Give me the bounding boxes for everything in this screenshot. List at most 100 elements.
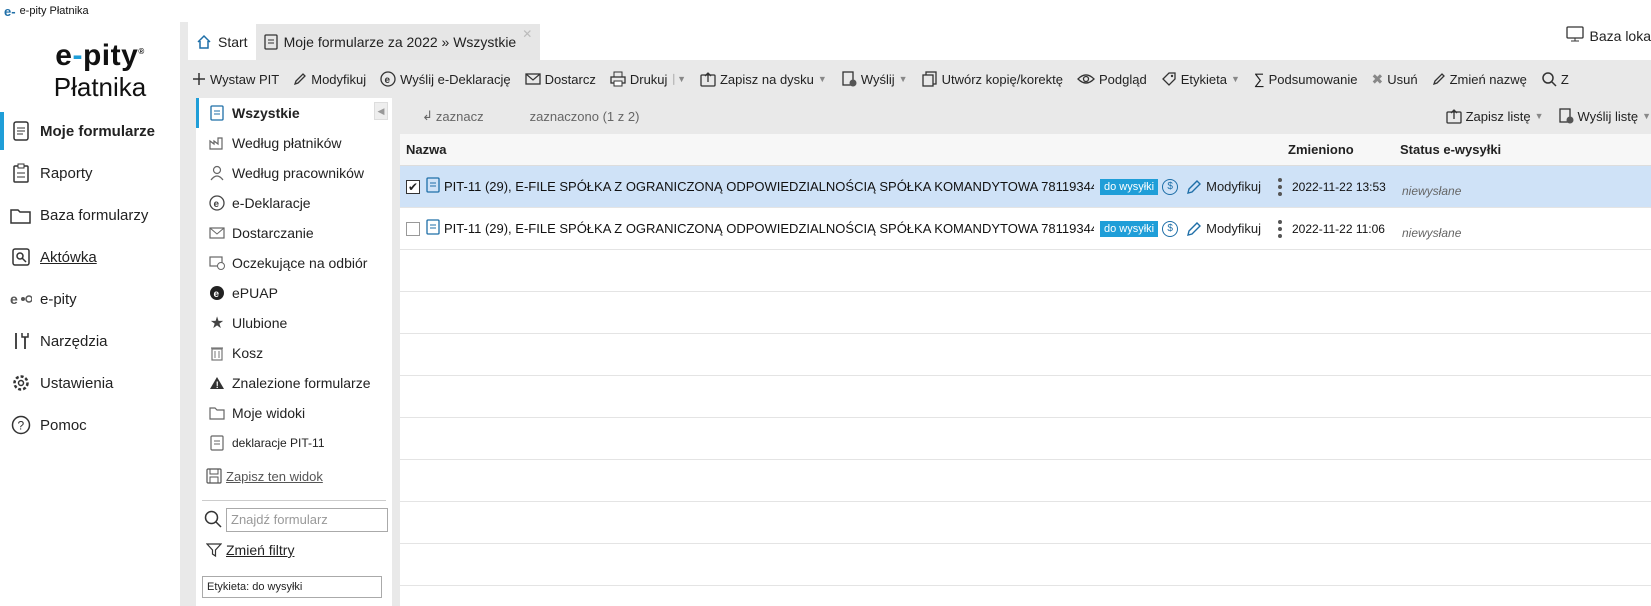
splitter[interactable] — [180, 22, 188, 606]
search-icon — [204, 510, 222, 531]
podsumowanie-button[interactable]: ∑ Podsumowanie — [1254, 71, 1358, 88]
eye-icon — [1077, 73, 1095, 85]
dropdown-arrow-icon[interactable]: ▼ — [1535, 111, 1544, 121]
envelope-icon — [208, 227, 226, 239]
dostarcz-button[interactable]: Dostarcz — [524, 72, 596, 87]
nav-item-raporty[interactable]: Raporty — [0, 152, 180, 194]
filter-item-wszystkie[interactable]: Wszystkie — [196, 98, 392, 128]
nav-item-label: Moje formularze — [40, 122, 156, 140]
save-icon — [206, 468, 222, 484]
table-row[interactable]: ✔ PIT-11 (29), E-FILE SPÓŁKA Z OGRANICZO… — [400, 166, 1651, 208]
nav-item-narzedzia[interactable]: Narzędzia — [0, 320, 180, 362]
etykieta-button[interactable]: Etykieta ▼ — [1161, 71, 1240, 87]
filter-item-pracownicy[interactable]: Według pracowników — [196, 158, 392, 188]
filter-item-platnicy[interactable]: Według płatników — [196, 128, 392, 158]
utworz-kopie-button[interactable]: Utwórz kopię/korektę — [921, 71, 1063, 87]
zapisz-na-dysku-button[interactable]: Zapisz na dysku ▼ — [700, 71, 827, 87]
wystaw-pit-button[interactable]: Wystaw PIT — [192, 72, 279, 87]
document-icon — [426, 177, 440, 196]
main-toolbar: Wystaw PIT Modyfikuj e Wyślij e-Deklaracj… — [188, 60, 1651, 98]
app-logo-icon: e- — [4, 3, 16, 19]
star-icon: ★ — [209, 315, 225, 332]
wyslij-button[interactable]: Wyślij ▼ — [841, 71, 908, 87]
search-input[interactable]: Znajdź formularz — [226, 508, 388, 532]
empty-row — [400, 544, 1651, 586]
row-date: 2022-11-22 13:53 — [1292, 179, 1386, 194]
e-deklaracja-icon: e — [208, 195, 226, 211]
close-icon[interactable]: ✕ — [522, 27, 532, 41]
nav-item-e-pity[interactable]: e e-pity — [0, 278, 180, 320]
dropdown-arrow-icon[interactable]: ▼ — [1642, 111, 1651, 121]
nav-item-aktowka[interactable]: Aktówka — [0, 236, 180, 278]
filter-item-e-deklaracje[interactable]: e e-Deklaracje — [196, 188, 392, 218]
row-modify-button[interactable]: Modyfikuj — [1186, 221, 1261, 237]
dropdown-arrow-icon[interactable]: ▼ — [818, 74, 827, 84]
column-header-name[interactable]: Nazwa — [400, 142, 1288, 157]
copy-icon — [921, 71, 938, 87]
nav-item-pomoc[interactable]: ? Pomoc — [0, 404, 180, 446]
help-icon: ? — [10, 414, 32, 436]
folder-open-icon — [208, 406, 226, 420]
nav-item-baza-formularzy[interactable]: Baza formularzy — [0, 194, 180, 236]
upload-icon — [700, 71, 716, 87]
filter-item-deklaracje-pit11[interactable]: deklaracje PIT-11 — [196, 428, 392, 458]
zmien-nazwe-button[interactable]: Zmień nazwę — [1432, 72, 1527, 87]
document-icon — [263, 34, 278, 50]
row-checkbox[interactable] — [406, 221, 420, 236]
column-header-changed[interactable]: Zmieniono — [1288, 142, 1400, 157]
send-list-button[interactable]: Wyślij listę ▼ — [1558, 108, 1651, 124]
filter-item-moje-widoki[interactable]: Moje widoki — [196, 398, 392, 428]
mark-button[interactable]: ↲ zaznacz — [422, 108, 484, 124]
save-list-button[interactable]: Zapisz listę ▼ — [1445, 108, 1544, 124]
nav-item-ustawienia[interactable]: Ustawienia — [0, 362, 180, 404]
payment-icon[interactable]: $ — [1162, 178, 1179, 195]
search-toolbar-button[interactable]: Z — [1541, 71, 1569, 87]
filter-item-oczekujace[interactable]: Oczekujące na odbiór — [196, 248, 392, 278]
more-options-icon[interactable] — [1271, 219, 1289, 238]
row-name: PIT-11 (29), E-FILE SPÓŁKA Z OGRANICZONĄ… — [444, 221, 1094, 236]
more-options-icon[interactable] — [1271, 177, 1289, 196]
podglad-button[interactable]: Podgląd — [1077, 72, 1147, 87]
payment-icon[interactable]: $ — [1162, 220, 1179, 237]
gear-icon — [10, 372, 32, 394]
nav-item-moje-formularze[interactable]: Moje formularze — [0, 110, 180, 152]
wyslij-e-deklaracje-button[interactable]: e Wyślij e-Deklarację — [380, 71, 511, 87]
folder-icon — [10, 204, 32, 226]
list-subbar: ↲ zaznacz zaznaczono (1 z 2) Zapisz listę… — [400, 98, 1651, 134]
row-modify-button[interactable]: Modyfikuj — [1186, 179, 1261, 195]
printer-icon — [610, 71, 626, 87]
dropdown-arrow-icon[interactable]: ▼ — [1231, 74, 1240, 84]
save-view-link[interactable]: Zapisz ten widok — [206, 468, 323, 484]
baza-lokalna-button[interactable]: Baza loka — [1565, 26, 1651, 45]
empty-row — [400, 334, 1651, 376]
empty-row — [400, 460, 1651, 502]
empty-row — [400, 418, 1651, 460]
brand-logo: e-pity® Płatnika — [53, 39, 147, 103]
modyfikuj-button[interactable]: Modyfikuj — [293, 72, 366, 87]
filter-item-dostarczanie[interactable]: Dostarczanie — [196, 218, 392, 248]
table-row[interactable]: PIT-11 (29), E-FILE SPÓŁKA Z OGRANICZONĄ… — [400, 208, 1651, 250]
filter-item-epuap[interactable]: e ePUAP — [196, 278, 392, 308]
column-header-status[interactable]: Status e-wysyłki — [1400, 142, 1580, 157]
nav-item-label: e-pity — [40, 290, 77, 308]
tab-start[interactable]: Start — [188, 24, 256, 60]
change-filters-link[interactable]: Zmień filtry — [206, 542, 294, 558]
row-checkbox[interactable]: ✔ — [406, 179, 420, 194]
dropdown-arrow-icon[interactable]: │▼ — [671, 74, 686, 84]
tab-moje-formularze[interactable]: Moje formularze za 2022 » Wszystkie ✕ — [255, 24, 541, 60]
filter-item-kosz[interactable]: Kosz — [196, 338, 392, 368]
e-deklaracja-icon: e — [380, 71, 396, 87]
upload-icon — [1445, 108, 1462, 124]
dropdown-arrow-icon[interactable]: ▼ — [899, 74, 908, 84]
row-date: 2022-11-22 11:06 — [1292, 221, 1385, 236]
filter-item-znalezione[interactable]: ! Znalezione formularze — [196, 368, 392, 398]
trash-icon — [208, 345, 226, 361]
factory-icon — [208, 136, 226, 150]
drukuj-button[interactable]: Drukuj │▼ — [610, 71, 686, 87]
nav-item-label: Pomoc — [40, 416, 87, 434]
filter-icon — [206, 542, 222, 558]
tab-bar: Start Moje formularze za 2022 » Wszystki… — [188, 22, 1651, 60]
usun-button[interactable]: ✖ Usuń — [1371, 71, 1417, 88]
filter-item-ulubione[interactable]: ★ Ulubione — [196, 308, 392, 338]
label-filter-field[interactable]: Etykieta: do wysyłki — [202, 576, 382, 598]
